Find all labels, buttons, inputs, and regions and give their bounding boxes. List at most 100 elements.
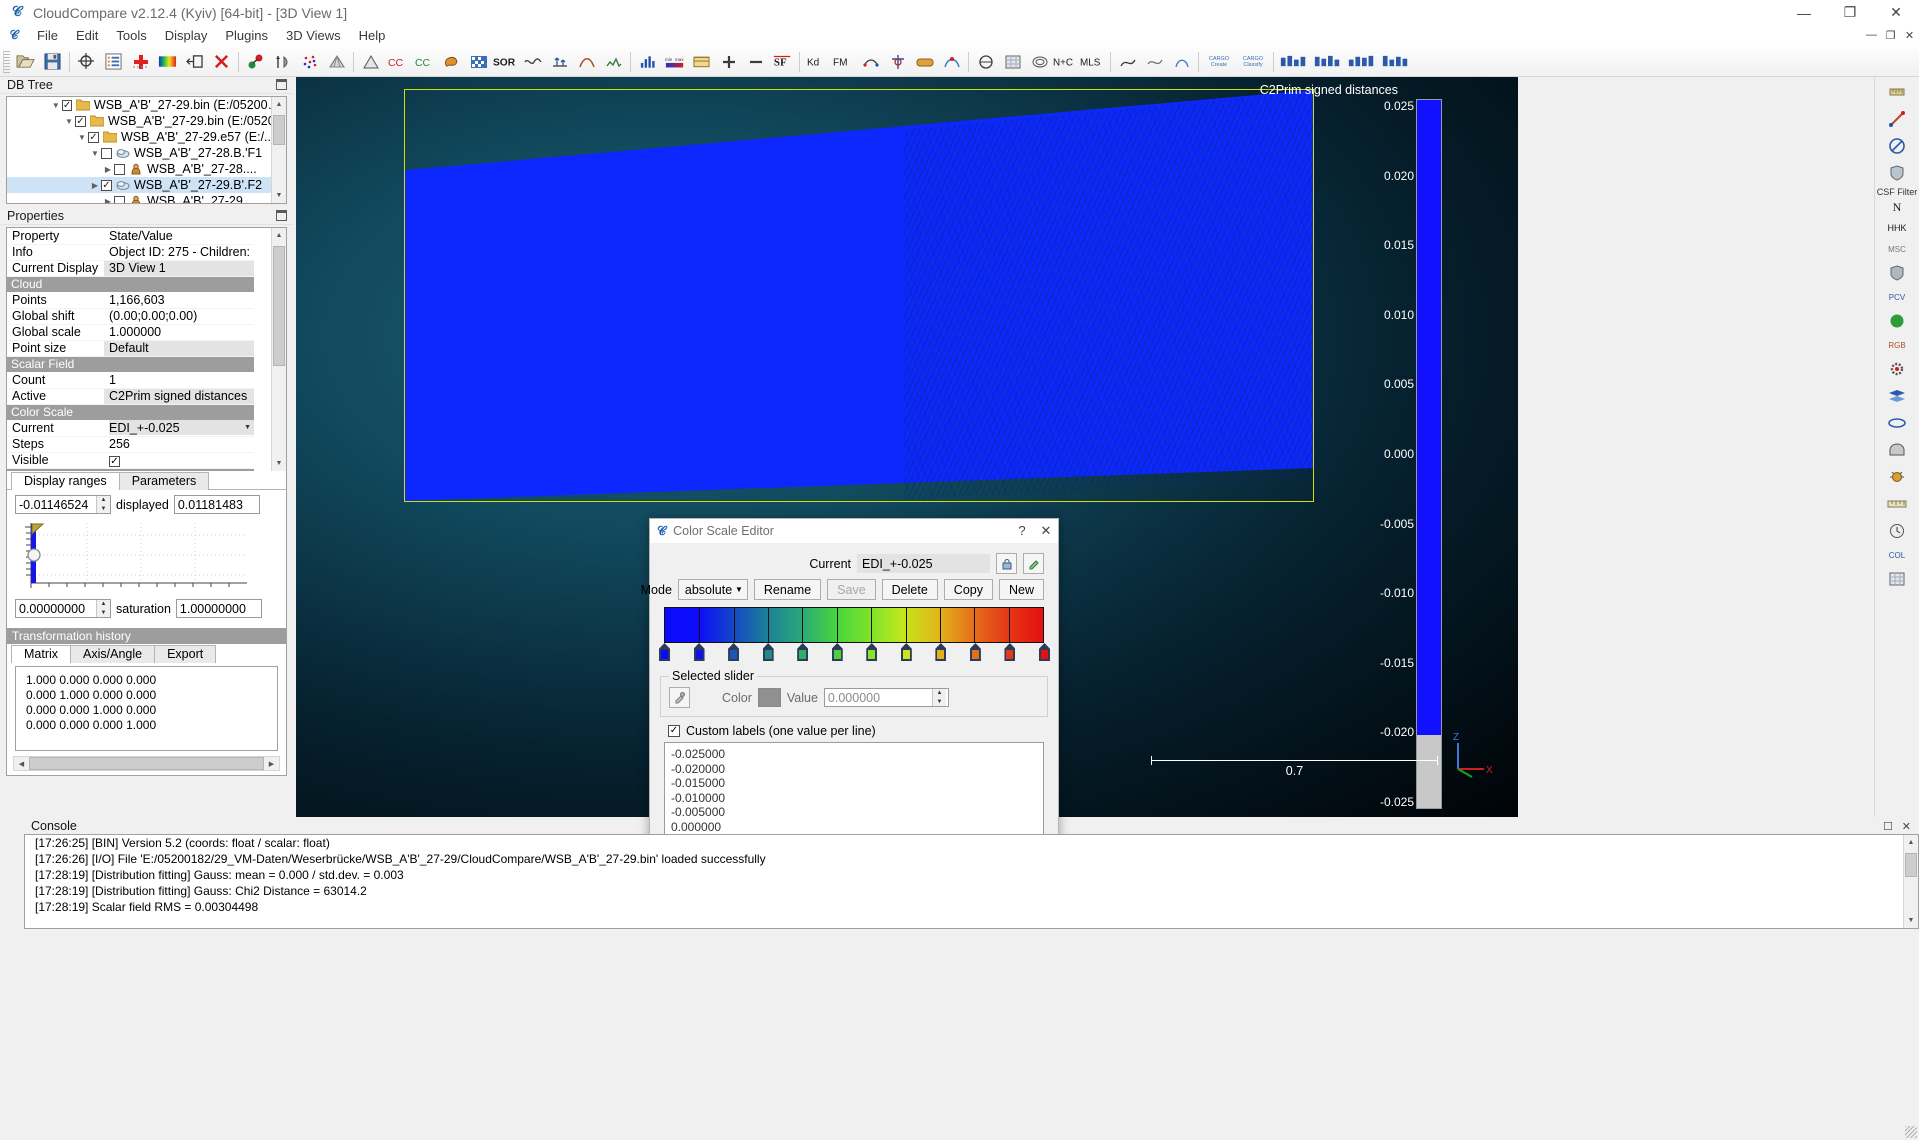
nc-label[interactable]: N+C <box>1053 49 1080 75</box>
minimize-button[interactable]: — <box>1781 0 1827 25</box>
ramp-slider[interactable] <box>693 643 705 661</box>
normals-n-icon[interactable]: N <box>1882 197 1912 217</box>
sf-histogram[interactable] <box>15 519 278 594</box>
tree-item-checkbox[interactable] <box>101 147 112 159</box>
histogram-icon[interactable] <box>634 49 661 75</box>
sgm-icon[interactable] <box>1114 49 1141 75</box>
tab-axis-angle[interactable]: Axis/Angle <box>70 645 156 663</box>
db-tree-scrollbar[interactable]: ▲ ▼ <box>271 97 286 203</box>
sgm2-icon[interactable] <box>1141 49 1168 75</box>
db-tree-list[interactable]: ▼ ✓ WSB_A'B'_27-29.bin (E:/0520018... ▼ ✓ WSB… <box>7 97 286 203</box>
new-button[interactable]: New <box>998 579 1044 600</box>
gear-icon[interactable] <box>1882 356 1912 382</box>
hscroll-thumb[interactable] <box>29 757 264 770</box>
float-icon[interactable] <box>276 210 287 221</box>
mdi-minimize-button[interactable]: — <box>1862 29 1881 42</box>
tab-display-ranges[interactable]: Display ranges <box>11 472 120 490</box>
ramp-slider[interactable] <box>762 643 774 661</box>
poisson-icon[interactable] <box>972 49 999 75</box>
scissors-icon[interactable] <box>911 49 938 75</box>
scroll-right-arrow[interactable]: ▶ <box>264 760 279 768</box>
view-preset-3-icon[interactable] <box>1345 49 1379 75</box>
property-value[interactable]: ✓ <box>104 452 254 469</box>
range-max-field[interactable]: 0.01181483 <box>173 495 260 514</box>
tree-item-checkbox[interactable]: ✓ <box>75 115 86 127</box>
view-preset-1-icon[interactable] <box>1277 49 1311 75</box>
cargo-classify-button[interactable]: CARGO Classify <box>1236 49 1270 75</box>
rename-button[interactable]: Rename <box>753 579 822 600</box>
merge-icon[interactable] <box>269 49 296 75</box>
tree-expander-icon[interactable]: ▼ <box>63 117 75 126</box>
align-icon[interactable] <box>884 49 911 75</box>
menu-help[interactable]: Help <box>350 26 395 45</box>
lock-icon[interactable] <box>996 553 1017 574</box>
transformation-matrix[interactable]: 1.000 0.000 0.000 0.000 0.000 1.000 0.000… <box>15 666 278 751</box>
resize-grip[interactable] <box>1905 1126 1917 1138</box>
float-icon[interactable]: ☐ <box>1883 820 1893 833</box>
eyedropper-icon[interactable] <box>669 687 690 708</box>
saturation-min-input[interactable] <box>16 600 96 617</box>
help-button[interactable]: ? <box>1010 523 1034 539</box>
normals-icon[interactable] <box>546 49 573 75</box>
tree-item-checkbox[interactable] <box>114 163 125 175</box>
sf-icon[interactable]: SF <box>769 49 796 75</box>
triangulate-icon[interactable] <box>357 49 384 75</box>
contour-icon[interactable] <box>1026 49 1053 75</box>
ramp-slider[interactable] <box>935 643 947 661</box>
mesh-icon[interactable] <box>323 49 350 75</box>
toolbar-grip[interactable] <box>3 50 10 73</box>
scroll-down-arrow[interactable]: ▼ <box>272 456 286 471</box>
property-value[interactable]: C2Prim signed distances <box>104 388 254 405</box>
properties-horizontal-scrollbar[interactable]: ◀ ▶ <box>13 756 280 771</box>
property-value[interactable]: 1 <box>104 372 254 389</box>
add-point-icon[interactable] <box>127 49 154 75</box>
color-swatch[interactable] <box>757 688 781 707</box>
property-value[interactable]: State/Value <box>104 228 254 245</box>
measure-icon[interactable] <box>1882 106 1912 132</box>
mdi-close-button[interactable]: ✕ <box>1900 29 1919 42</box>
tab-matrix[interactable]: Matrix <box>11 645 72 663</box>
rainbow-icon[interactable] <box>465 49 492 75</box>
close-icon[interactable]: ✕ <box>1902 820 1911 833</box>
property-value[interactable]: Object ID: 275 - Children: 1 <box>104 244 254 261</box>
tree-expander-icon[interactable]: ▶ <box>102 165 114 174</box>
open-icon[interactable] <box>12 49 39 75</box>
copy-button[interactable]: Copy <box>943 579 993 600</box>
properties-scrollbar[interactable]: ▲ ▼ <box>271 228 286 471</box>
segment-icon[interactable] <box>181 49 208 75</box>
scroll-down-arrow[interactable]: ▼ <box>1904 913 1918 928</box>
range-min-spin-buttons[interactable]: ▲ ▼ <box>96 496 110 513</box>
slider-value-spin-buttons[interactable]: ▲ ▼ <box>931 689 946 706</box>
layers-icon[interactable] <box>1882 383 1912 409</box>
sor-label[interactable]: SOR <box>492 49 519 75</box>
menu-file[interactable]: File <box>28 26 67 45</box>
stat-icon[interactable]: min max <box>661 49 688 75</box>
scroll-left-arrow[interactable]: ◀ <box>14 760 29 768</box>
delete-button[interactable]: Delete <box>881 579 938 600</box>
ramp-slider[interactable] <box>659 643 670 661</box>
tree-item[interactable]: ▶ ✓ WSB_A'B'_27-29.B'.F2 <box>7 177 286 193</box>
section-icon[interactable] <box>857 49 884 75</box>
tree-item[interactable]: ▼ ✓ WSB_A'B'_27-29.bin (E:/0520018... <box>7 97 286 113</box>
sphere-icon[interactable] <box>938 49 965 75</box>
custom-labels-checkbox[interactable]: ✓ <box>668 725 680 737</box>
save-icon[interactable] <box>39 49 66 75</box>
rgb-icon[interactable]: RGB <box>1882 335 1912 355</box>
col-icon[interactable]: COL <box>1882 545 1912 565</box>
property-value[interactable]: EDI_+-0.025 ▼ <box>104 420 254 437</box>
tree-item[interactable]: ▼ ✓ WSB_A'B'_27-29.e57 (E:/... <box>7 129 286 145</box>
delete-icon[interactable] <box>208 49 235 75</box>
ruler-icon[interactable] <box>1882 79 1912 105</box>
hhk-icon[interactable]: HHK <box>1882 218 1912 238</box>
property-value[interactable]: Default <box>104 340 254 357</box>
kd-label[interactable]: Kd <box>803 49 830 75</box>
cc-compare-icon[interactable]: CC <box>384 49 411 75</box>
scroll-thumb[interactable] <box>273 246 285 366</box>
subsample-icon[interactable] <box>296 49 323 75</box>
property-value[interactable]: 3D View 1 <box>104 260 254 277</box>
color-icon[interactable] <box>438 49 465 75</box>
color-scale-combobox[interactable]: EDI_+-0.025 ▼ <box>109 420 254 435</box>
tunnel-icon[interactable] <box>1882 437 1912 463</box>
curvature-icon[interactable] <box>573 49 600 75</box>
ramp-slider[interactable] <box>866 643 878 661</box>
